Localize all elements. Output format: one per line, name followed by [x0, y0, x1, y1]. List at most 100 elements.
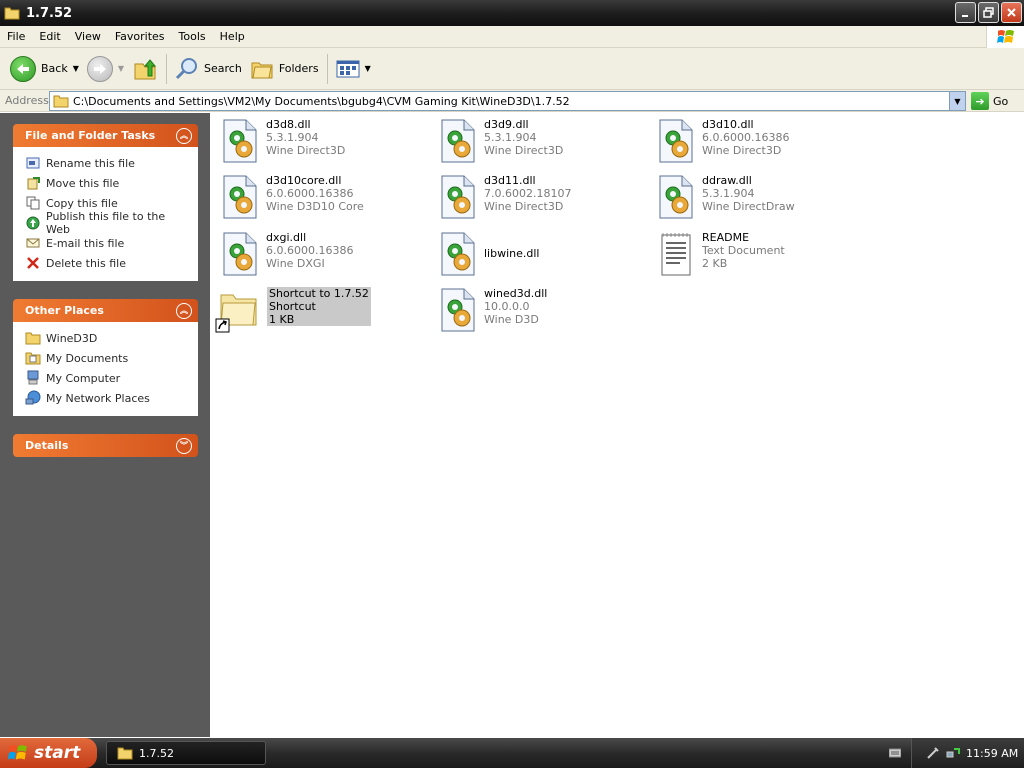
- minimize-icon: [961, 14, 968, 17]
- task-delete[interactable]: Delete this file: [25, 253, 192, 273]
- place-my-computer[interactable]: My Computer: [25, 368, 192, 388]
- menu-tools[interactable]: Tools: [172, 30, 213, 43]
- file-description: Wine Direct3D: [484, 144, 564, 157]
- move-icon: [25, 175, 41, 191]
- up-folder-icon: [134, 58, 157, 79]
- network-status-icon[interactable]: [946, 746, 960, 760]
- file-description: Wine Direct3D: [484, 200, 564, 213]
- other-places-panel: Other Places ︽ WineD3D My Documents My C…: [13, 299, 198, 416]
- forward-button[interactable]: ▼: [83, 52, 128, 86]
- minimize-button[interactable]: [955, 2, 976, 23]
- task-label: Copy this file: [46, 196, 118, 210]
- close-button[interactable]: [1001, 2, 1022, 23]
- my-documents-icon: [25, 350, 41, 366]
- email-icon: [25, 235, 41, 251]
- search-button[interactable]: Search: [171, 52, 246, 86]
- file-name: d3d9.dll: [484, 118, 529, 131]
- clock[interactable]: 11:59 AM: [966, 747, 1018, 760]
- file-item-d3d10core[interactable]: d3d10core.dll 6.0.6000.16386 Wine D3D10 …: [220, 174, 364, 220]
- keyboard-icon[interactable]: [889, 747, 901, 759]
- address-dropdown-icon[interactable]: ▼: [949, 92, 965, 110]
- details-header[interactable]: Details ︾: [13, 434, 198, 457]
- task-email[interactable]: E-mail this file: [25, 233, 192, 253]
- file-size: 1 KB: [269, 313, 295, 326]
- menu-favorites[interactable]: Favorites: [108, 30, 172, 43]
- file-item-d3d10[interactable]: d3d10.dll 6.0.6000.16386 Wine Direct3D: [656, 118, 789, 164]
- file-version: 10.0.0.0: [484, 300, 530, 313]
- details-panel: Details ︾: [13, 434, 198, 457]
- title-bar: 1.7.52: [0, 0, 1024, 26]
- file-type: Shortcut: [269, 300, 316, 313]
- folder-icon: [25, 330, 41, 346]
- file-description: Wine DXGI: [266, 257, 325, 270]
- file-version: 6.0.6000.16386: [266, 187, 354, 200]
- search-icon: [175, 57, 198, 79]
- start-button[interactable]: start: [0, 738, 97, 768]
- file-item-d3d8[interactable]: d3d8.dll 5.3.1.904 Wine Direct3D: [220, 118, 345, 164]
- place-my-network[interactable]: My Network Places: [25, 388, 192, 408]
- go-label: Go: [993, 94, 1009, 108]
- back-button[interactable]: Back ▼: [6, 52, 83, 86]
- file-name: dxgi.dll: [266, 231, 307, 244]
- back-dropdown-icon[interactable]: ▼: [73, 64, 79, 73]
- go-button[interactable]: ➔ Go: [971, 92, 1008, 110]
- task-move[interactable]: Move this file: [25, 173, 192, 193]
- file-folder-tasks-panel: File and Folder Tasks ︽ Rename this file…: [13, 124, 198, 281]
- dll-file-icon: [441, 119, 475, 163]
- collapse-icon[interactable]: ︽: [176, 302, 192, 319]
- dll-file-icon: [223, 232, 257, 276]
- file-description: Wine Direct3D: [702, 144, 782, 157]
- menu-file[interactable]: File: [0, 30, 32, 43]
- other-places-header[interactable]: Other Places ︽: [13, 299, 198, 322]
- task-label: Publish this file to the Web: [46, 210, 166, 236]
- menu-edit[interactable]: Edit: [32, 30, 67, 43]
- file-item-libwine[interactable]: libwine.dll: [438, 231, 539, 277]
- toolbar: Back ▼ ▼ Search Folders ▼: [0, 48, 1024, 90]
- file-item-d3d11[interactable]: d3d11.dll 7.0.6002.18107 Wine Direct3D: [438, 174, 571, 220]
- publish-icon: [25, 215, 41, 231]
- file-version: 5.3.1.904: [484, 131, 537, 144]
- folders-button[interactable]: Folders: [246, 52, 323, 86]
- folder-icon: [117, 747, 133, 760]
- collapse-icon[interactable]: ︽: [176, 127, 192, 144]
- address-input[interactable]: C:\Documents and Settings\VM2\My Documen…: [49, 91, 966, 111]
- tray-tools-icon[interactable]: [926, 746, 940, 760]
- file-item-d3d9[interactable]: d3d9.dll 5.3.1.904 Wine Direct3D: [438, 118, 563, 164]
- up-folder-button[interactable]: [128, 52, 162, 86]
- task-publish[interactable]: Publish this file to the Web: [25, 210, 192, 236]
- file-list-view: d3d8.dll 5.3.1.904 Wine Direct3D d3d9.dl…: [210, 113, 1024, 737]
- dll-file-icon: [659, 175, 693, 219]
- place-label: My Network Places: [46, 391, 150, 405]
- address-bar: Address C:\Documents and Settings\VM2\My…: [0, 90, 1024, 112]
- menu-help[interactable]: Help: [213, 30, 252, 43]
- dll-file-icon: [659, 119, 693, 163]
- file-item-shortcut[interactable]: Shortcut to 1.7.52 Shortcut 1 KB: [215, 287, 371, 333]
- file-folder-tasks-header[interactable]: File and Folder Tasks ︽: [13, 124, 198, 147]
- taskbar-window-button[interactable]: 1.7.52: [106, 741, 266, 765]
- file-item-wined3d[interactable]: wined3d.dll 10.0.0.0 Wine D3D: [438, 287, 547, 333]
- file-item-dxgi[interactable]: dxgi.dll 6.0.6000.16386 Wine DXGI: [220, 231, 353, 277]
- forward-dropdown-icon[interactable]: ▼: [118, 64, 124, 73]
- place-wined3d[interactable]: WineD3D: [25, 328, 192, 348]
- expand-icon[interactable]: ︾: [176, 437, 192, 454]
- file-name: ddraw.dll: [702, 174, 752, 187]
- views-button[interactable]: ▼: [332, 52, 375, 86]
- close-icon: [1007, 8, 1016, 17]
- views-dropdown-icon[interactable]: ▼: [365, 64, 371, 73]
- task-rename[interactable]: Rename this file: [25, 153, 192, 173]
- restore-button[interactable]: [978, 2, 999, 23]
- dll-file-icon: [441, 175, 475, 219]
- place-my-documents[interactable]: My Documents: [25, 348, 192, 368]
- dll-file-icon: [441, 288, 475, 332]
- file-item-readme[interactable]: README Text Document 2 KB: [656, 231, 785, 277]
- delete-icon: [25, 255, 41, 271]
- file-name: README: [702, 231, 750, 244]
- menu-view[interactable]: View: [68, 30, 108, 43]
- file-name: d3d10core.dll: [266, 174, 342, 187]
- back-label: Back: [41, 62, 68, 75]
- toolbar-separator: [326, 53, 328, 84]
- folders-label: Folders: [278, 62, 319, 75]
- file-item-ddraw[interactable]: ddraw.dll 5.3.1.904 Wine DirectDraw: [656, 174, 795, 220]
- task-label: Delete this file: [46, 256, 126, 270]
- taskbar: start 1.7.52 11:59 AM: [0, 738, 1024, 768]
